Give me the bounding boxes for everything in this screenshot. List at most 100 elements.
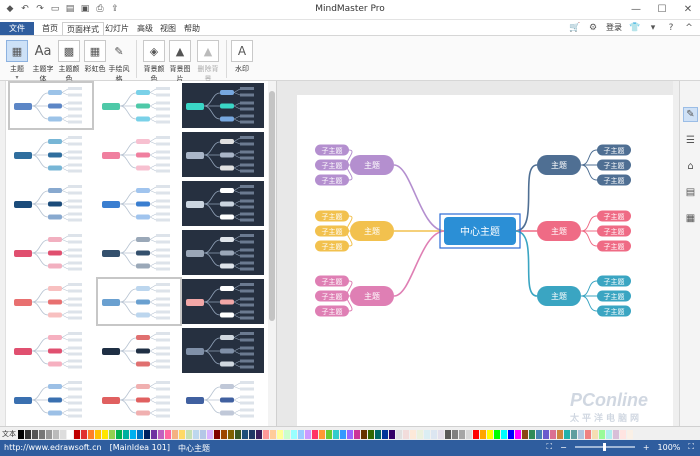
color-swatch[interactable]: [536, 430, 543, 439]
color-swatch[interactable]: [242, 430, 249, 439]
color-swatch[interactable]: [396, 430, 403, 439]
color-swatch[interactable]: [452, 430, 459, 439]
theme-thumbnail[interactable]: [10, 230, 92, 275]
theme-thumbnail[interactable]: [98, 181, 180, 226]
theme-thumbnail[interactable]: [10, 132, 92, 177]
delete-background-button[interactable]: ▲ 删除背景: [195, 40, 221, 84]
collapse-ribbon-icon[interactable]: ^: [684, 23, 694, 33]
color-swatch[interactable]: [410, 430, 417, 439]
color-swatch[interactable]: [228, 430, 235, 439]
color-swatch[interactable]: [270, 430, 277, 439]
color-swatch[interactable]: [473, 430, 480, 439]
color-swatch[interactable]: [165, 430, 172, 439]
settings-icon[interactable]: ⚙: [588, 23, 598, 33]
color-swatch[interactable]: [88, 430, 95, 439]
color-swatch[interactable]: [403, 430, 410, 439]
theme-thumbnail[interactable]: [10, 377, 92, 422]
color-swatch[interactable]: [508, 430, 515, 439]
color-swatch[interactable]: [319, 430, 326, 439]
shop-icon[interactable]: 🛒: [569, 23, 580, 33]
color-swatch[interactable]: [543, 430, 550, 439]
color-swatch[interactable]: [263, 430, 270, 439]
color-swatch[interactable]: [221, 430, 228, 439]
color-swatch[interactable]: [144, 430, 151, 439]
color-swatch[interactable]: [200, 430, 207, 439]
rainbow-button[interactable]: ▦ 彩虹色: [82, 40, 108, 74]
zoom-slider-handle[interactable]: [602, 443, 606, 451]
color-swatch[interactable]: [186, 430, 193, 439]
color-swatch[interactable]: [599, 430, 606, 439]
color-swatch[interactable]: [298, 430, 305, 439]
color-swatch[interactable]: [326, 430, 333, 439]
color-swatch[interactable]: [613, 430, 620, 439]
mindmap-diagram[interactable]: 子主题子主题子主题主题子主题子主题子主题主题子主题子主题子主题主题子主题子主题子…: [297, 95, 677, 426]
color-swatch[interactable]: [116, 430, 123, 439]
tab-help[interactable]: 帮助: [180, 22, 204, 35]
task-icon[interactable]: ▤: [683, 185, 698, 200]
color-swatch[interactable]: [235, 430, 242, 439]
tab-home[interactable]: 首页: [38, 22, 62, 35]
color-swatch[interactable]: [130, 430, 137, 439]
color-swatch[interactable]: [417, 430, 424, 439]
close-icon[interactable]: ✕: [680, 2, 696, 16]
color-swatch[interactable]: [550, 430, 557, 439]
mindmap-sheet[interactable]: 子主题 子主题 子主题 主题 子主题 子主题 子主题 主题 子主题 子主题 子主题 主题 子主题 子主题子…: [297, 95, 677, 426]
color-swatch[interactable]: [578, 430, 585, 439]
watermark-button[interactable]: A 水印: [229, 40, 255, 74]
color-swatch[interactable]: [389, 430, 396, 439]
color-swatch[interactable]: [424, 430, 431, 439]
theme-thumbnail[interactable]: [10, 328, 92, 373]
theme-thumbnail[interactable]: [10, 181, 92, 226]
color-swatch[interactable]: [214, 430, 221, 439]
color-swatch[interactable]: [249, 430, 256, 439]
theme-thumbnail[interactable]: [182, 132, 264, 177]
theme-thumbnail[interactable]: [96, 277, 182, 326]
theme-thumbnail[interactable]: [98, 230, 180, 275]
color-swatch[interactable]: [501, 430, 508, 439]
color-swatch[interactable]: [466, 430, 473, 439]
login-link[interactable]: 登录: [606, 22, 622, 33]
theme-thumbnail[interactable]: [182, 230, 264, 275]
color-swatch[interactable]: [123, 430, 130, 439]
minimize-icon[interactable]: —: [628, 2, 644, 16]
theme-font-button[interactable]: Aa 主题字体: [30, 40, 56, 84]
color-swatch[interactable]: [67, 430, 74, 439]
color-swatch[interactable]: [459, 430, 466, 439]
maximize-icon[interactable]: ☐: [654, 2, 670, 16]
color-swatch[interactable]: [151, 430, 158, 439]
color-swatch[interactable]: [333, 430, 340, 439]
outline-icon[interactable]: ☰: [683, 133, 698, 148]
color-swatch[interactable]: [620, 430, 627, 439]
color-swatch[interactable]: [305, 430, 312, 439]
tab-advanced[interactable]: 高级: [133, 22, 157, 35]
color-swatch[interactable]: [291, 430, 298, 439]
color-swatch[interactable]: [53, 430, 60, 439]
zoom-out-icon[interactable]: −: [560, 443, 567, 452]
color-swatch[interactable]: [95, 430, 102, 439]
tab-file[interactable]: 文件: [0, 22, 34, 35]
color-swatch[interactable]: [529, 430, 536, 439]
scrollbar-thumb[interactable]: [269, 91, 275, 321]
canvas-area[interactable]: 子主题 子主题 子主题 主题 子主题 子主题 子主题 主题 子主题 子主题 子主题 主题 子主题 子主题子…: [277, 81, 679, 426]
color-swatch[interactable]: [172, 430, 179, 439]
theme-thumbnail[interactable]: [98, 132, 180, 177]
color-swatch[interactable]: [361, 430, 368, 439]
shirt-icon[interactable]: 👕: [629, 23, 640, 33]
color-swatch[interactable]: [109, 430, 116, 439]
website-link[interactable]: http://www.edrawsoft.cn: [4, 443, 102, 454]
theme-thumbnail[interactable]: [98, 83, 180, 128]
zoom-in-icon[interactable]: +: [643, 443, 650, 452]
color-swatch[interactable]: [445, 430, 452, 439]
theme-thumbnail[interactable]: [10, 279, 92, 324]
color-swatch[interactable]: [431, 430, 438, 439]
color-swatch[interactable]: [627, 430, 634, 439]
color-swatch[interactable]: [347, 430, 354, 439]
theme-thumbnail[interactable]: [98, 377, 180, 422]
color-swatch[interactable]: [32, 430, 39, 439]
theme-thumbnail[interactable]: [8, 81, 94, 130]
color-swatch[interactable]: [494, 430, 501, 439]
color-swatch[interactable]: [592, 430, 599, 439]
theme-thumbnail[interactable]: [182, 377, 264, 422]
color-swatch[interactable]: [375, 430, 382, 439]
color-swatch[interactable]: [284, 430, 291, 439]
